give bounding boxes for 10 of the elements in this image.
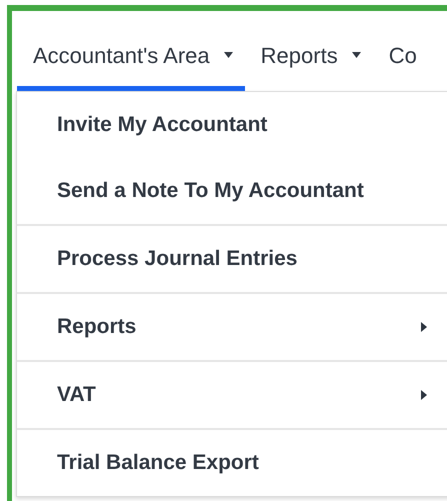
nav-tab[interactable]: Co: [372, 40, 429, 91]
menu-item[interactable]: Process Journal Entries: [17, 226, 447, 292]
nav-tab[interactable]: Reports: [244, 40, 373, 91]
submenu-arrow-icon: [421, 322, 427, 332]
menu-item[interactable]: Send a Note To My Accountant: [17, 158, 447, 224]
submenu-arrow-icon: [421, 390, 427, 400]
menu-item[interactable]: VAT: [17, 362, 447, 428]
menu-item[interactable]: Reports: [17, 294, 447, 360]
menu-item[interactable]: Invite My Accountant: [17, 92, 447, 158]
menu-item[interactable]: Trial Balance Export: [17, 430, 447, 496]
